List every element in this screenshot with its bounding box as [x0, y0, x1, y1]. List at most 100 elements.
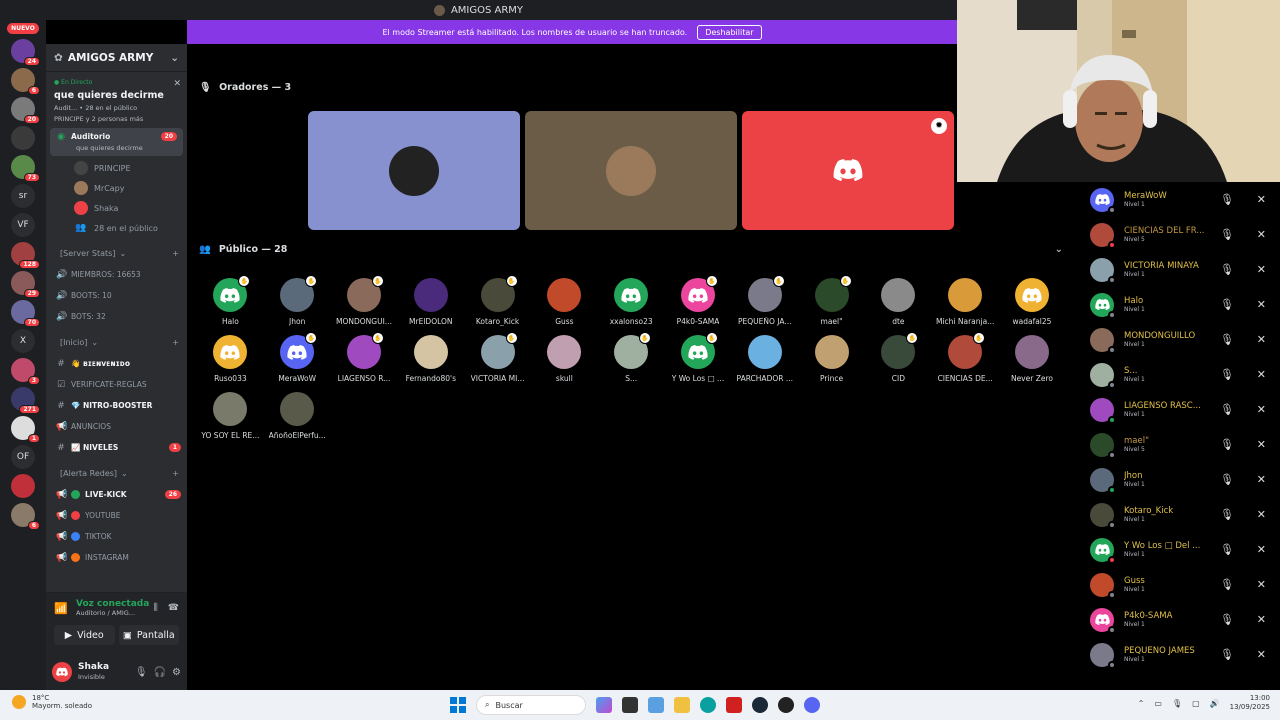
headphones-icon[interactable]: 🎧 [154, 667, 166, 678]
audience-member[interactable]: ✋ S... [598, 332, 665, 383]
member-row[interactable]: Y Wo Los □ Del ... Nivel 1 🎙 ✕ [1075, 532, 1280, 567]
audience-member[interactable]: ✋ LIAGENSO R... [331, 332, 398, 383]
volume-icon[interactable]: 🔊 [1210, 699, 1220, 708]
channel-item[interactable]: 📢 YOUTUBE [46, 505, 187, 526]
close-icon[interactable]: ✕ [1257, 613, 1266, 626]
invite-to-speak-icon[interactable]: 🎙 [1220, 368, 1234, 381]
server-icon[interactable]: 70 [11, 300, 40, 327]
close-icon[interactable]: ✕ [1257, 403, 1266, 416]
channel-item[interactable]: # 💎 NITRO-BOOSTER [46, 395, 187, 416]
audience-member[interactable]: ✋ Kotaro_Kick [464, 275, 531, 326]
photos-icon[interactable] [648, 697, 664, 713]
close-icon[interactable]: ✕ [1257, 333, 1266, 346]
server-icon[interactable]: 20 [11, 97, 40, 124]
close-icon[interactable]: ✕ [1257, 473, 1266, 486]
audience-member[interactable]: ✋ MeraWoW [264, 332, 331, 383]
channel-item[interactable]: ☑ VERIFICATE-REGLAS [46, 374, 187, 395]
audience-member[interactable]: dte [865, 278, 932, 326]
speaker-tile[interactable] [525, 111, 737, 230]
member-row[interactable]: S... Nivel 1 🎙 ✕ [1075, 357, 1280, 392]
close-icon[interactable]: ✕ [1257, 193, 1266, 206]
member-row[interactable]: PEQUEÑO JAMES Nivel 1 🎙 ✕ [1075, 637, 1280, 672]
close-icon[interactable]: ✕ [1257, 368, 1266, 381]
member-row[interactable]: MONDONGUILLO Nivel 1 🎙 ✕ [1075, 322, 1280, 357]
channel-item[interactable]: 📢 LIVE-KICK 26 [46, 484, 187, 505]
noise-suppression-icon[interactable]: ⫼ [154, 603, 158, 613]
search-input[interactable]: ⌕ Buscar [476, 695, 586, 715]
add-channel-icon[interactable]: + [172, 469, 179, 478]
audience-member[interactable]: wadafal25 [999, 278, 1066, 326]
speaker-tile[interactable] [308, 111, 520, 230]
member-row[interactable]: Jhon Nivel 1 🎙 ✕ [1075, 462, 1280, 497]
invite-to-speak-icon[interactable]: 🎙 [1220, 543, 1234, 556]
invite-to-speak-icon[interactable]: 🎙 [1220, 438, 1234, 451]
channel-item[interactable]: 📢 INSTAGRAM [46, 547, 187, 568]
invite-to-speak-icon[interactable]: 🎙 [1220, 578, 1234, 591]
server-icon[interactable]: 1 [11, 416, 40, 443]
server-icon[interactable]: 271 [11, 387, 40, 414]
close-icon[interactable]: ✕ [173, 79, 181, 89]
channel-item[interactable]: 🔊 MIEMBROS: 16653 [46, 264, 187, 285]
disable-streamer-button[interactable]: Deshabilitar [697, 24, 762, 40]
channel-item[interactable]: 🔊 BOTS: 32 [46, 306, 187, 327]
member-row[interactable]: Halo Nivel 1 🎙 ✕ [1075, 287, 1280, 322]
close-icon[interactable]: ✕ [1257, 648, 1266, 661]
clock[interactable]: 13:00 13/09/2025 [1230, 694, 1270, 712]
gear-icon[interactable]: ⚙ [172, 667, 181, 678]
channel-item[interactable]: 📢 TIKTOK [46, 526, 187, 547]
close-icon[interactable]: ✕ [1257, 228, 1266, 241]
audience-member[interactable]: ✋ mael" [798, 275, 865, 326]
close-icon[interactable]: ✕ [1257, 578, 1266, 591]
network-icon[interactable]: ▭ [1154, 699, 1162, 708]
windows-start-icon[interactable] [450, 697, 466, 713]
invite-to-speak-icon[interactable]: 🎙 [1220, 333, 1234, 346]
voice-user[interactable]: MrCapy [46, 178, 187, 198]
close-icon[interactable]: ✕ [1257, 543, 1266, 556]
audience-member[interactable]: PARCHADOR ... [731, 335, 798, 383]
collapse-chevron-icon[interactable]: ⌄ [1055, 244, 1063, 255]
server-icon[interactable]: sr [11, 184, 35, 208]
member-row[interactable]: mael" Nivel 5 🎙 ✕ [1075, 427, 1280, 462]
server-icon[interactable] [11, 126, 35, 150]
invite-to-speak-icon[interactable]: 🎙 [1220, 403, 1234, 416]
steam-icon[interactable] [752, 697, 768, 713]
close-icon[interactable]: ✕ [1257, 508, 1266, 521]
video-button[interactable]: ▶ Video [54, 625, 115, 645]
member-row[interactable]: P4k0-SAMA Nivel 1 🎙 ✕ [1075, 602, 1280, 637]
member-row[interactable]: Kotaro_Kick Nivel 1 🎙 ✕ [1075, 497, 1280, 532]
speaker-tile[interactable]: ✹ [742, 111, 954, 230]
member-row[interactable]: Guss Nivel 1 🎙 ✕ [1075, 567, 1280, 602]
invite-to-speak-icon[interactable]: 🎙 [1220, 508, 1234, 521]
audience-member[interactable]: Ruso033 [197, 335, 264, 383]
invite-to-speak-icon[interactable]: 🎙 [1220, 613, 1234, 626]
channel-item[interactable]: 📢 ANUNCIOS [46, 416, 187, 437]
task-view-icon[interactable] [622, 697, 638, 713]
audience-member[interactable]: ✋ PEQUEÑO JA... [731, 275, 798, 326]
server-icon[interactable]: 128 [11, 242, 40, 269]
server-header[interactable]: ✿ AMIGOS ARMY ⌄ [46, 44, 187, 72]
member-row[interactable]: VICTORIA MINAYA Nivel 1 🎙 ✕ [1075, 252, 1280, 287]
live-stage-card[interactable]: ● En Directo ✕ que quieres decirme Audit… [50, 76, 183, 126]
voice-user[interactable]: 👥 28 en el público [46, 218, 187, 238]
invite-to-speak-icon[interactable]: 🎙 [1220, 648, 1234, 661]
display-icon[interactable]: ▢ [1192, 699, 1200, 708]
voice-user[interactable]: PRINCIPE [46, 158, 187, 178]
invite-to-speak-icon[interactable]: 🎙 [1220, 193, 1234, 206]
channel-item[interactable]: # 📈 NIVELES 1 [46, 437, 187, 458]
server-icon[interactable]: 6 [11, 503, 40, 530]
server-icon[interactable]: 29 [11, 271, 40, 298]
add-channel-icon[interactable]: + [172, 338, 179, 347]
avatar[interactable] [52, 662, 72, 682]
server-icon[interactable]: OF [11, 445, 35, 469]
close-icon[interactable]: ✕ [1257, 438, 1266, 451]
audience-member[interactable]: ✋ Jhon [264, 275, 331, 326]
channel-auditorio[interactable]: ◉ Auditorio 20 que quieres decirme [50, 128, 183, 156]
app-icon[interactable] [778, 697, 794, 713]
microphone-tray-icon[interactable]: 🎙 [1172, 699, 1182, 708]
server-icon[interactable]: 24 [11, 39, 40, 66]
wps-icon[interactable] [726, 697, 742, 713]
weather-widget[interactable]: 18°C Mayorm. soleado [12, 694, 92, 710]
audience-member[interactable]: ✋ Halo [197, 275, 264, 326]
audience-member[interactable]: ✋ MONDONGUI... [331, 275, 398, 326]
copilot-icon[interactable] [596, 697, 612, 713]
